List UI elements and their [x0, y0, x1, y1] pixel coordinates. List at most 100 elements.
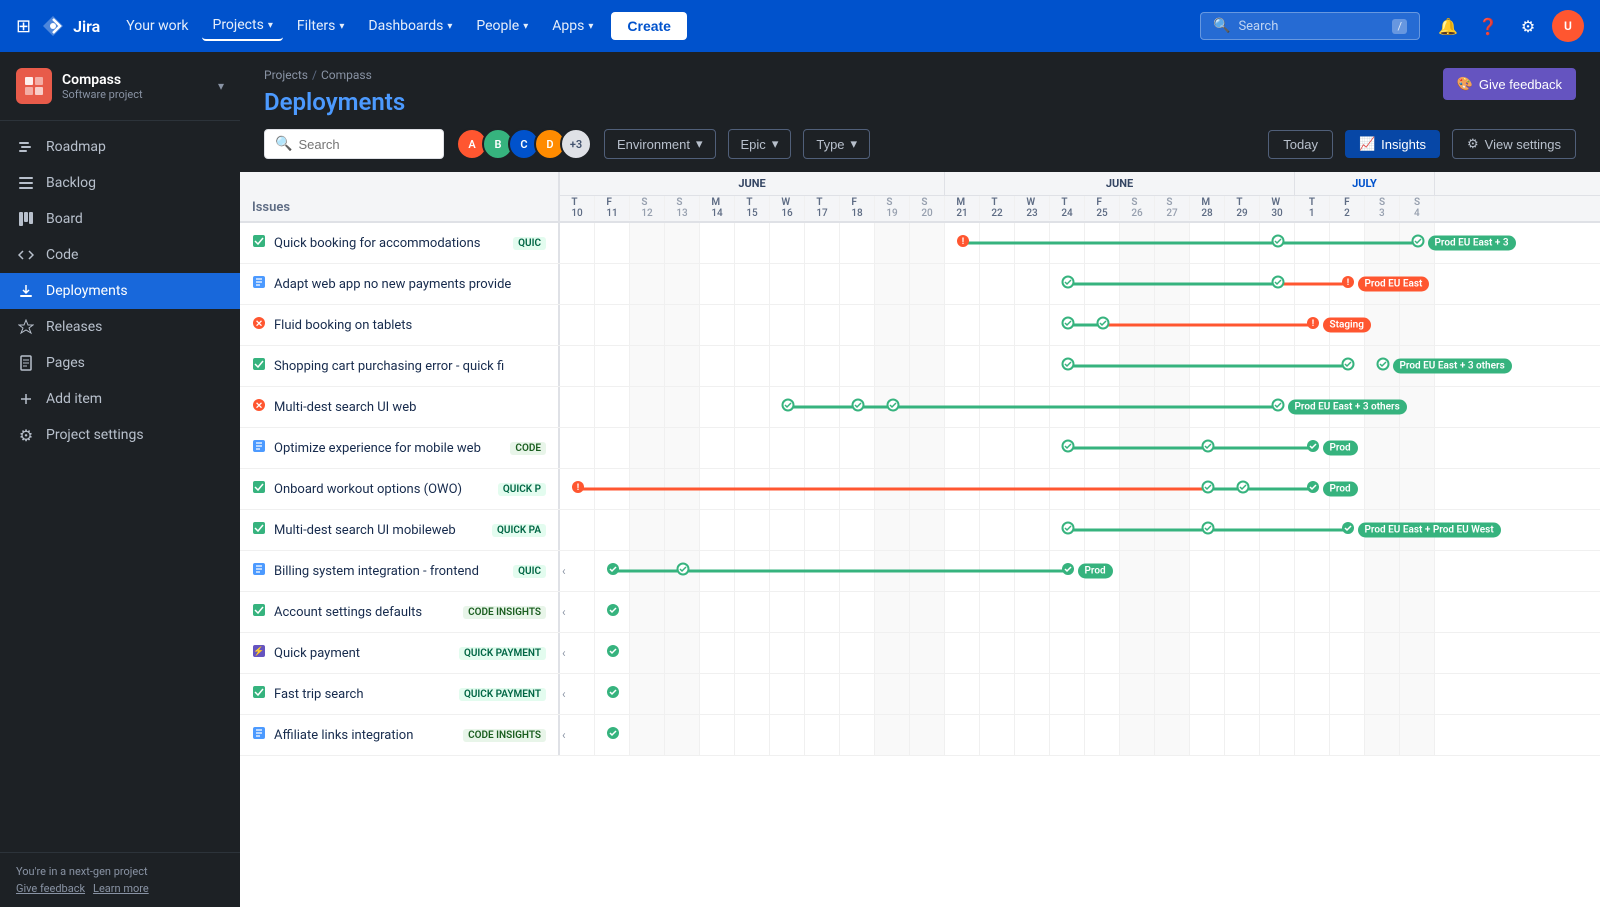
gantt-timeline-cell: Prod EU East + 3 others — [560, 346, 1600, 386]
feedback-icon: 🎨 — [1457, 76, 1473, 92]
table-row: Fast trip search QUICK PAYMENT ‹ — [240, 674, 1600, 715]
sidebar-item-releases[interactable]: Releases — [0, 309, 240, 345]
footer-give-feedback-link[interactable]: Give feedback — [16, 882, 85, 895]
roadmap-icon — [16, 137, 36, 157]
breadcrumb-projects[interactable]: Projects — [264, 68, 308, 82]
people-chevron: ▾ — [523, 21, 528, 32]
grid-icon[interactable]: ⊞ — [16, 16, 31, 37]
issue-tag: QUIC — [513, 237, 546, 250]
sidebar-footer: You're in a next-gen project Give feedba… — [0, 852, 240, 907]
sidebar-item-board[interactable]: Board — [0, 201, 240, 237]
search-input-wrapper[interactable]: 🔍 — [264, 129, 444, 159]
issue-type-icon — [252, 521, 266, 539]
sidebar-item-roadmap[interactable]: Roadmap — [0, 129, 240, 165]
sidebar-project-header[interactable]: Compass Software project ▾ — [0, 52, 240, 121]
filters-nav[interactable]: Filters ▾ — [287, 12, 355, 40]
sidebar-item-project-settings[interactable]: ⚙ Project settings — [0, 417, 240, 453]
sidebar-item-label-backlog: Backlog — [46, 175, 96, 191]
backlog-icon — [16, 173, 36, 193]
deploy-dot — [606, 685, 620, 703]
insights-button[interactable]: 📈 Insights — [1345, 130, 1440, 158]
day-header-10: T10 — [560, 196, 595, 220]
table-row: Account settings defaults CODE INSIGHTS … — [240, 592, 1600, 633]
breadcrumb-compass[interactable]: Compass — [321, 68, 372, 82]
day-header-22: T22 — [980, 196, 1015, 220]
scroll-left-indicator[interactable]: ‹ — [562, 687, 566, 701]
give-feedback-button[interactable]: 🎨 Give feedback — [1443, 68, 1576, 100]
search-shortcut: / — [1392, 19, 1407, 34]
deploy-dot — [1236, 480, 1250, 498]
environment-filter[interactable]: Environment ▾ — [604, 129, 716, 159]
month-june-2: JUNE — [945, 172, 1295, 195]
epic-chevron-icon: ▾ — [772, 136, 779, 152]
epic-filter[interactable]: Epic ▾ — [728, 129, 792, 159]
svg-text:✕: ✕ — [255, 320, 263, 330]
issue-label: Account settings defaults — [274, 605, 455, 620]
deploy-dot: ! — [956, 234, 970, 252]
issue-label: Quick booking for accommodations — [274, 236, 505, 251]
type-filter[interactable]: Type ▾ — [803, 129, 870, 159]
view-settings-button[interactable]: ⚙ View settings — [1452, 129, 1576, 159]
day-header-16: W16 — [770, 196, 805, 220]
apps-nav[interactable]: Apps ▾ — [542, 12, 603, 40]
create-button[interactable]: Create — [611, 12, 687, 40]
deploy-dot — [1271, 398, 1285, 416]
day-header-20: S20 — [910, 196, 945, 220]
sidebar-item-add-item[interactable]: Add item — [0, 381, 240, 417]
gantt-chart[interactable]: Issues JUNEJUNEJULY T10 F11 S12 S13 M14 … — [240, 172, 1600, 907]
sidebar-item-label-deployments: Deployments — [46, 283, 128, 299]
issue-label: Optimize experience for mobile web — [274, 441, 502, 456]
issue-label: Fast trip search — [274, 687, 451, 702]
today-button[interactable]: Today — [1268, 130, 1333, 159]
deploy-dot: ! — [1306, 316, 1320, 334]
sidebar-item-deployments[interactable]: Deployments — [0, 273, 240, 309]
deploy-dot — [606, 562, 620, 580]
scroll-left-indicator[interactable]: ‹ — [562, 564, 566, 578]
your-work-nav[interactable]: Your work — [116, 12, 198, 40]
scroll-left-indicator[interactable]: ‹ — [562, 646, 566, 660]
releases-icon — [16, 317, 36, 337]
sidebar-item-label-add-item: Add item — [46, 391, 102, 407]
sidebar-item-code[interactable]: Code — [0, 237, 240, 273]
notifications-button[interactable]: 🔔 — [1432, 10, 1464, 42]
help-button[interactable]: ❓ — [1472, 10, 1504, 42]
sidebar-item-label-releases: Releases — [46, 319, 102, 335]
avatar-more[interactable]: +3 — [560, 128, 592, 160]
deploy-end-label: Prod EU East + 3 — [1428, 236, 1516, 251]
scroll-left-indicator[interactable]: ‹ — [562, 728, 566, 742]
search-bar[interactable]: 🔍 Search / — [1200, 12, 1420, 40]
day-header-29: T29 — [1225, 196, 1260, 220]
project-settings-icon: ⚙ — [16, 425, 36, 445]
sidebar-project-chevron[interactable]: ▾ — [218, 79, 224, 93]
projects-nav[interactable]: Projects ▾ — [202, 11, 282, 41]
issue-cell: Billing system integration - frontend QU… — [240, 551, 560, 591]
issue-label: Billing system integration - frontend — [274, 564, 505, 579]
issue-type-icon — [252, 562, 266, 580]
user-avatar[interactable]: U — [1552, 10, 1584, 42]
scroll-left-indicator[interactable]: ‹ — [562, 605, 566, 619]
sidebar-item-backlog[interactable]: Backlog — [0, 165, 240, 201]
footer-learn-more-link[interactable]: Learn more — [93, 882, 149, 895]
day-header-2: F2 — [1330, 196, 1365, 220]
issue-label: Quick payment — [274, 646, 451, 661]
dashboards-nav[interactable]: Dashboards ▾ — [358, 12, 462, 40]
deploy-dot — [676, 562, 690, 580]
deploy-dot — [1061, 439, 1075, 457]
sidebar-item-label-project-settings: Project settings — [46, 427, 144, 443]
main-content: Projects / Compass Deployments 🎨 Give fe… — [240, 52, 1600, 907]
sidebar-item-pages[interactable]: Pages — [0, 345, 240, 381]
issue-type-icon — [252, 685, 266, 703]
issue-cell: ✕ Fluid booking on tablets — [240, 305, 560, 345]
settings-button[interactable]: ⚙ — [1512, 10, 1544, 42]
issue-cell: Quick booking for accommodations QUIC — [240, 223, 560, 263]
table-row: Quick booking for accommodations QUIC ! P… — [240, 223, 1600, 264]
deploy-dot — [1341, 357, 1355, 375]
deploy-end-label: Prod EU East + 3 others — [1393, 359, 1512, 374]
jira-logo[interactable]: Jira — [39, 12, 100, 40]
people-nav[interactable]: People ▾ — [466, 12, 538, 40]
issue-tag: QUICK PAYMENT — [459, 647, 546, 660]
search-input[interactable] — [298, 137, 433, 152]
issues-col-header: Issues — [240, 196, 558, 221]
issue-tag: QUIC — [513, 565, 546, 578]
issue-label: Affiliate links integration — [274, 728, 455, 743]
